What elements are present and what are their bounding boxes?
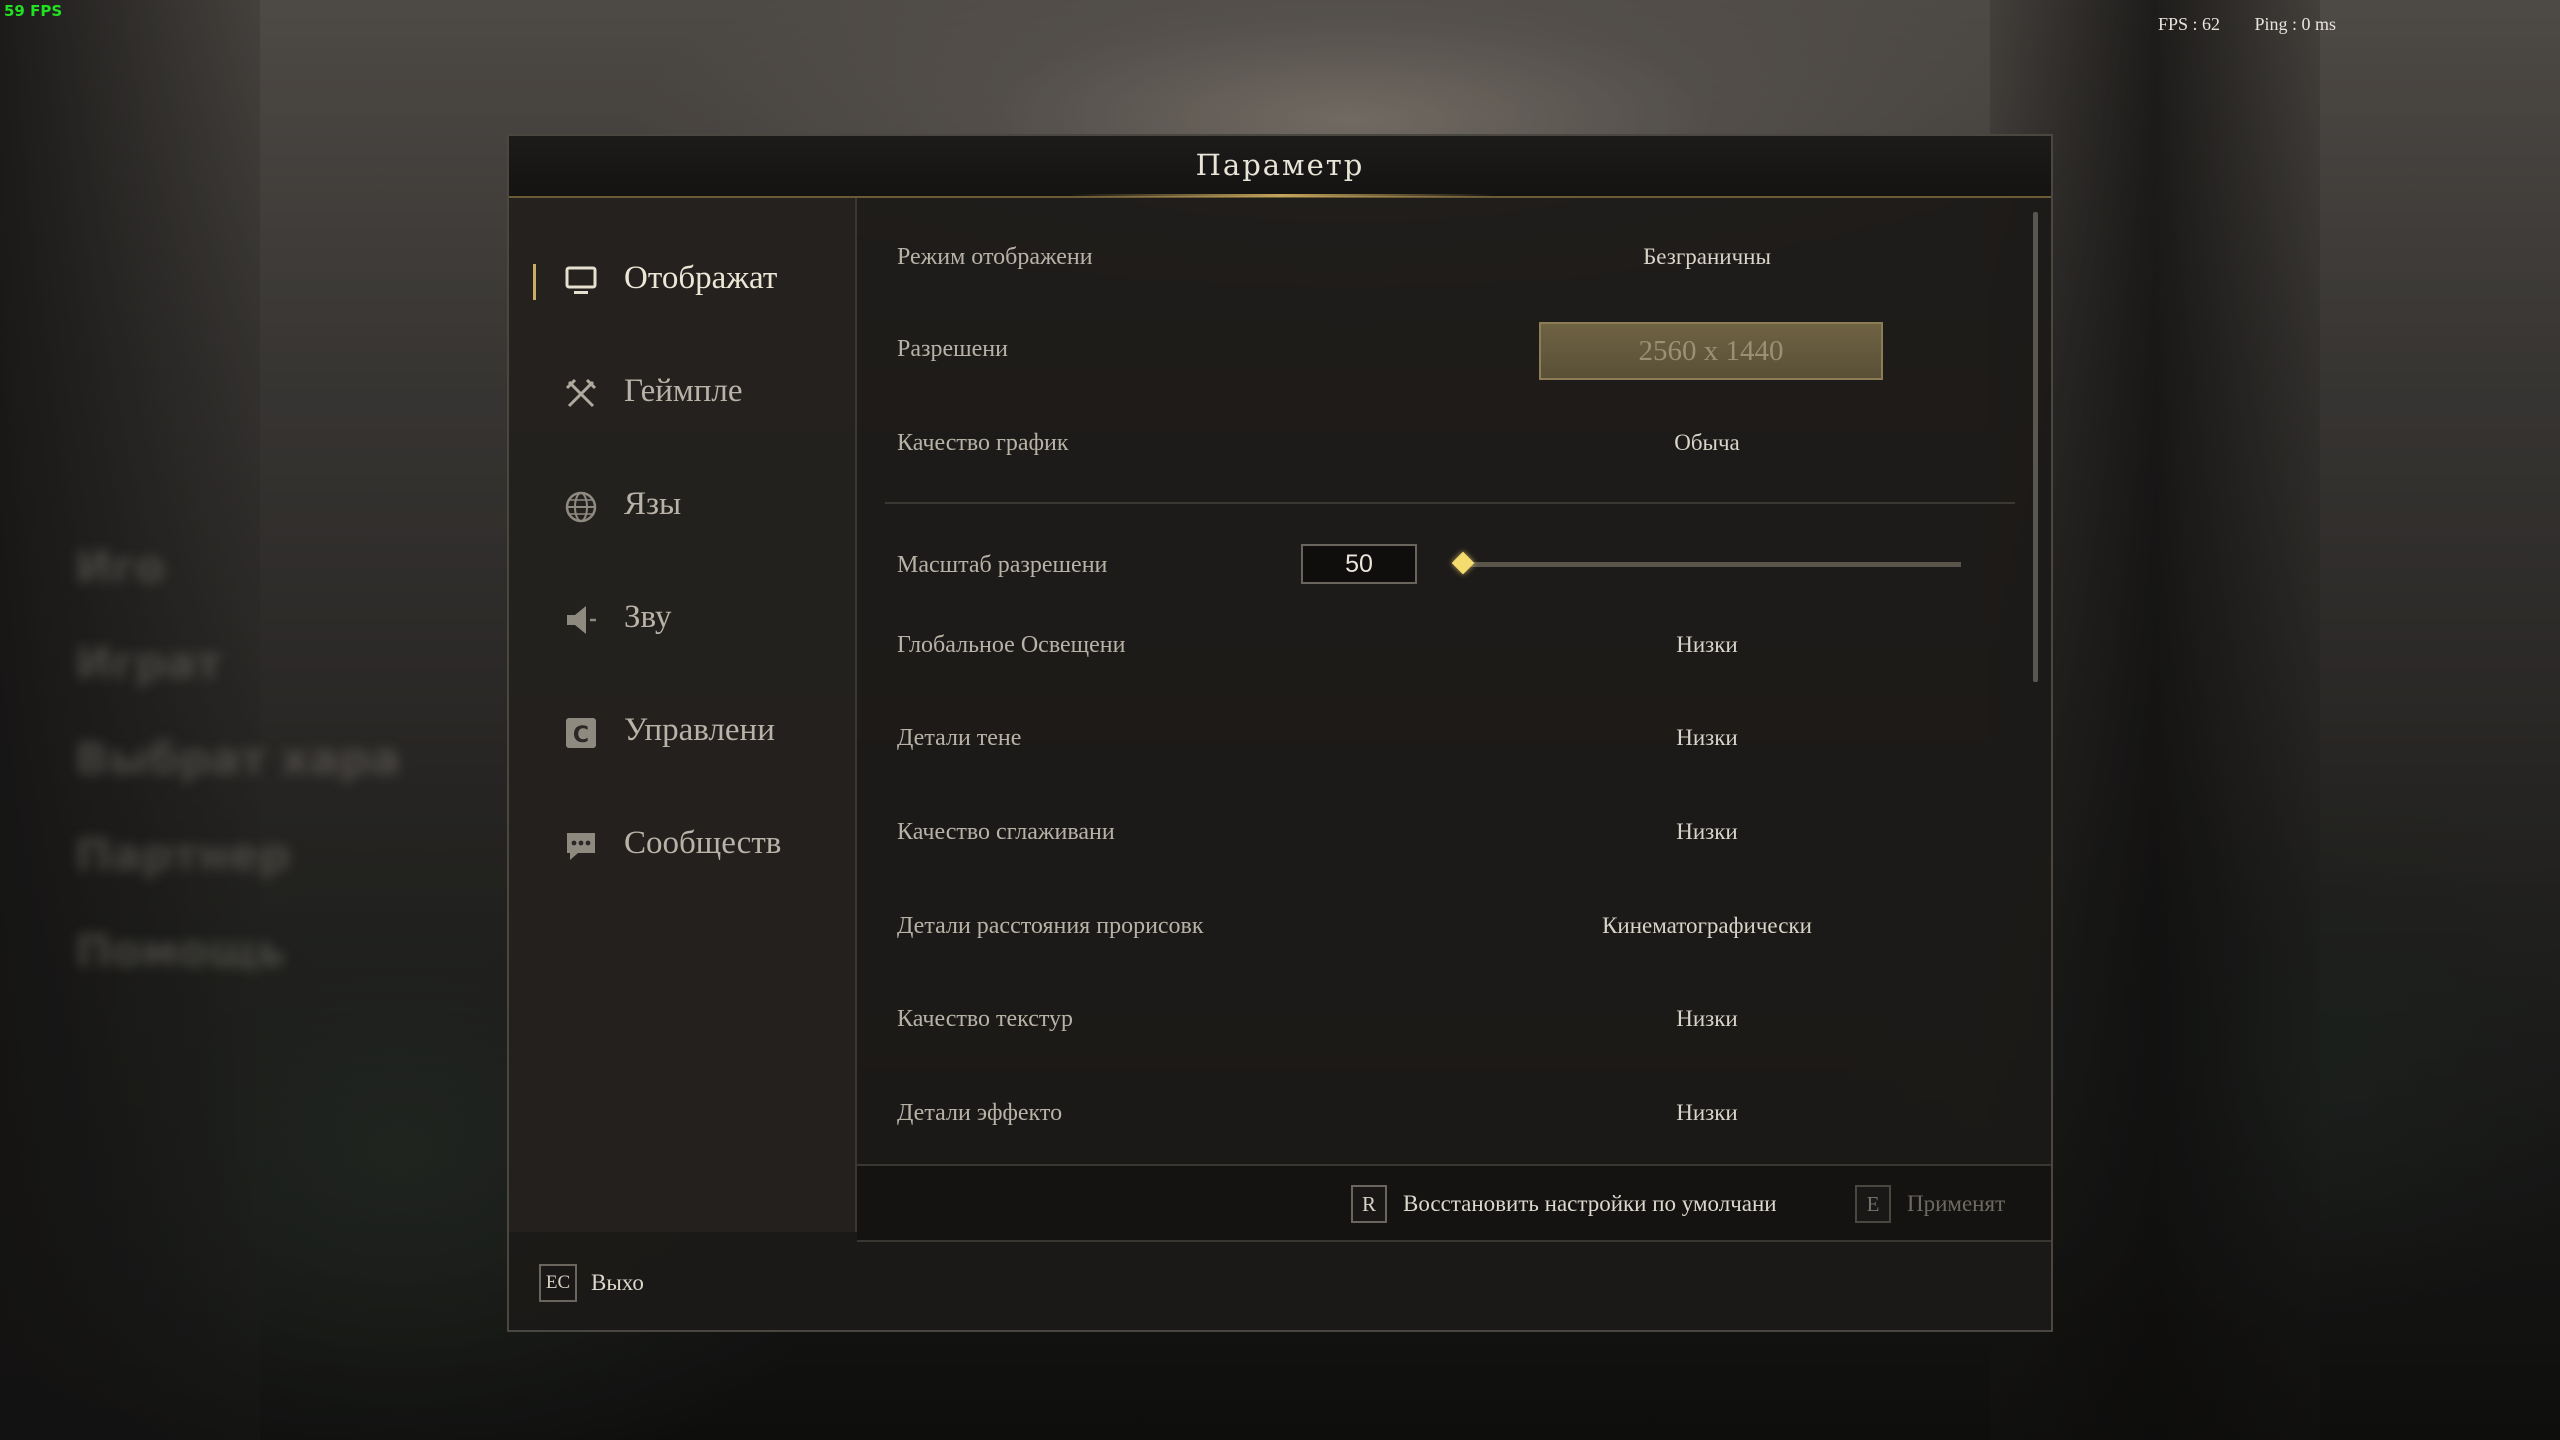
sidebar-item-label: Управлени [624, 712, 775, 748]
sidebar-item-label: Зву [624, 599, 672, 635]
monitor-icon [563, 263, 599, 299]
blurred-menu-item: Помощь [75, 926, 285, 977]
setting-label: Качество текстур [897, 1006, 1074, 1032]
setting-label: Детали расстояния прорисовк [897, 913, 1204, 939]
setting-row-view-distance[interactable]: Детали расстояния прорисовк Кинематограф… [857, 899, 2027, 959]
key-esc-icon: EC [539, 1264, 577, 1302]
setting-label: Глобальное Освещени [897, 632, 1126, 658]
setting-value[interactable]: Низки [1537, 632, 1877, 658]
blurred-menu-item: Партнер [75, 830, 291, 881]
blurred-menu-item: Иго [75, 542, 166, 593]
sidebar-item-gameplay[interactable]: Геймпле [509, 359, 855, 429]
exit-label: Выхо [591, 1270, 644, 1295]
apply-label: Применят [1907, 1191, 2006, 1216]
blurred-menu-item: Играт [75, 638, 222, 689]
slider-thumb[interactable] [1451, 551, 1475, 575]
fps-counter: FPS : 62 [2158, 14, 2221, 34]
setting-row-global-illumination[interactable]: Глобальное Освещени Низки [857, 618, 2027, 678]
chat-bubble-icon [563, 828, 599, 864]
sidebar-item-community[interactable]: Сообществ [509, 811, 855, 881]
reset-defaults-button[interactable]: R Восстановить настройки по умолчани [1351, 1184, 1777, 1224]
apply-button[interactable]: E Применят [1855, 1184, 2005, 1224]
key-e-icon: E [1855, 1185, 1891, 1223]
dialog-header: Параметр [509, 136, 2051, 198]
fps-overlay: 59 FPS [4, 2, 63, 20]
exit-button[interactable]: EC Выхо [539, 1264, 644, 1302]
setting-value[interactable]: Низки [1537, 1100, 1877, 1126]
setting-value[interactable]: Низки [1537, 725, 1877, 751]
setting-value[interactable]: Низки [1537, 819, 1877, 845]
sidebar-item-language[interactable]: Язы [509, 472, 855, 542]
settings-content: Режим отображени Безграничны Разрешени 2… [857, 198, 2051, 1158]
setting-row-display-mode[interactable]: Режим отображени Безграничны [857, 230, 2027, 290]
sidebar-item-sound[interactable]: Зву [509, 585, 855, 655]
sidebar-item-label: Язы [624, 486, 682, 522]
dialog-title: Параметр [1195, 148, 1365, 182]
section-divider [885, 502, 2015, 504]
speaker-icon [563, 602, 599, 638]
setting-label: Детали эффекто [897, 1100, 1063, 1126]
blurred-background-menu: Иго Играт Выбрат хара Партнер Помощь [75, 520, 400, 1000]
setting-row-shadow-detail[interactable]: Детали тене Низки [857, 711, 2027, 771]
sidebar-item-controls[interactable]: C Управлени [509, 698, 855, 768]
header-underline [1069, 194, 1495, 197]
setting-row-texture-quality[interactable]: Качество текстур Низки [857, 992, 2027, 1052]
crossed-swords-icon [563, 376, 599, 412]
settings-sidebar: Отображат Геймпле Язы Зву C Управлени Со… [509, 198, 857, 1232]
network-stats: FPS : 62 Ping : 0 ms [2158, 14, 2366, 35]
settings-dialog: Параметр Отображат Геймпле Язы Зву C Упр… [507, 134, 2053, 1332]
setting-row-resolution[interactable]: Разрешени 2560 x 1440 [857, 322, 2027, 382]
setting-label: Детали тене [897, 725, 1022, 751]
setting-row-graphics-quality[interactable]: Качество график Обыча [857, 416, 2027, 476]
setting-value[interactable]: Низки [1537, 1006, 1877, 1032]
setting-label: Режим отображени [897, 244, 1093, 270]
content-scrollbar[interactable] [2033, 212, 2038, 682]
setting-label: Качество сглаживани [897, 819, 1115, 845]
setting-row-resolution-scale[interactable]: Масштаб разрешени 50 [857, 544, 2027, 604]
setting-label: Масштаб разрешени [897, 552, 1108, 578]
setting-value[interactable]: Обыча [1537, 430, 1877, 456]
setting-value[interactable]: Безграничны [1537, 244, 1877, 270]
sidebar-item-label: Геймпле [624, 373, 743, 409]
resolution-selector[interactable]: 2560 x 1440 [1539, 322, 1883, 380]
resolution-scale-input[interactable]: 50 [1301, 544, 1417, 584]
globe-icon [563, 489, 599, 525]
active-indicator [533, 264, 536, 300]
setting-row-anti-aliasing[interactable]: Качество сглаживани Низки [857, 805, 2027, 865]
ping-counter: Ping : 0 ms [2254, 14, 2337, 34]
sidebar-item-label: Сообществ [624, 825, 782, 861]
setting-label: Качество график [897, 430, 1069, 456]
resolution-scale-slider[interactable] [1451, 551, 1961, 575]
action-bar: R Восстановить настройки по умолчани E П… [857, 1164, 2051, 1242]
sidebar-item-display[interactable]: Отображат [509, 246, 855, 316]
blurred-menu-item: Выбрат хара [75, 734, 401, 785]
setting-row-effects-detail[interactable]: Детали эффекто Низки [857, 1086, 2027, 1146]
setting-value[interactable]: Кинематографически [1537, 913, 1877, 939]
controls-icon: C [563, 715, 599, 751]
setting-label: Разрешени [897, 336, 1008, 362]
reset-defaults-label: Восстановить настройки по умолчани [1403, 1191, 1777, 1216]
sidebar-item-label: Отображат [624, 260, 778, 296]
svg-text:C: C [573, 723, 589, 748]
key-r-icon: R [1351, 1185, 1387, 1223]
